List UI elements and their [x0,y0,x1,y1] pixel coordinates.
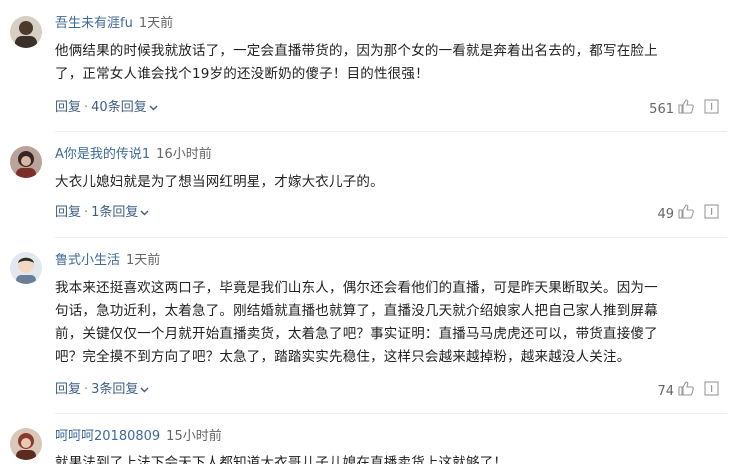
comment-text: 他俩结果的时候我就放话了，一定会直播带货的，因为那个女的一看就是奔着出名去的，都… [55,40,720,86]
username[interactable]: 吾生未有涯fu [55,16,133,31]
report-icon[interactable] [704,204,719,225]
separator: · [84,382,89,397]
timestamp: 16小时前 [156,147,212,162]
reply-button[interactable]: 回复 [55,382,81,397]
timestamp: 1天前 [126,253,161,268]
like-count: 561 [649,101,674,117]
comment-text-line: 吧？完全摸不到方向了吧？太急了，踏踏实实先稳住，这样只会越来越掉粉，越来越没人关… [55,349,631,365]
comment-text: 大衣儿媳妇就是为了想当网红明星，才嫁大衣儿子的。 [55,171,720,194]
divider [55,237,727,238]
chevron-down-icon[interactable] [140,205,149,223]
avatar[interactable] [10,16,42,48]
separator: · [84,205,89,220]
reply-button[interactable]: 回复 [55,205,81,220]
comment-actions: 回复 · 40条回复 [55,99,158,118]
report-icon[interactable] [704,381,719,402]
comment-meta: 呵呵呵20180809 15小时前 [55,428,222,446]
username[interactable]: A你是我的传说1 [55,147,150,162]
timestamp: 1天前 [138,16,174,31]
comment-text: 我本来还挺喜欢这两口子，毕竟是我们山东人，偶尔还会看他们的直播，可是昨天果断取关… [55,277,720,369]
username[interactable]: 呵呵呵20180809 [55,429,160,444]
comment-text-line: 我本来还挺喜欢这两口子，毕竟是我们山东人，偶尔还会看他们的直播，可是昨天果断取关… [55,280,658,296]
divider [55,131,727,132]
comment-stats: 49 [657,204,719,225]
comment-text: 就果法到了上法下会天下人都知道大衣哥儿子儿媳在直播卖货上这就够了！ [55,452,720,464]
comment-meta: 吾生未有涯fu 1天前 [55,15,173,33]
username[interactable]: 鲁式小生活 [55,253,120,268]
avatar[interactable] [10,252,42,284]
reply-count-link[interactable]: 40条回复 [91,100,147,115]
comment-text-line: 就果法到了上法下会天下人都知道大衣哥儿子儿媳在直播卖货上这就够了！ [55,455,508,464]
avatar[interactable] [10,146,42,178]
thumbs-up-icon[interactable] [678,381,694,402]
report-icon[interactable] [704,99,719,120]
comment-actions: 回复 · 3条回复 [55,381,149,400]
comment-text-line: 大衣儿媳妇就是为了想当网红明星，才嫁大衣儿子的。 [55,174,384,190]
thumbs-up-icon[interactable] [678,204,694,225]
like-count: 74 [657,383,674,399]
reply-button[interactable]: 回复 [55,100,81,115]
comment-meta: A你是我的传说1 16小时前 [55,146,212,164]
reply-count-link[interactable]: 1条回复 [91,205,138,220]
comment-text-line: 了，正常女人谁会找个19岁的还没断奶的傻子！目的性很强！ [55,66,429,82]
comment-actions: 回复 · 1条回复 [55,204,149,223]
comment-stats: 561 [649,99,719,120]
comment-meta: 鲁式小生活 1天前 [55,252,160,270]
avatar[interactable] [10,428,42,460]
thumbs-up-icon[interactable] [678,99,694,120]
timestamp: 15小时前 [166,429,222,444]
divider [55,413,727,414]
comment-stats: 74 [657,381,719,402]
comment-text-line: 前，关键仅仅一个月就开始直播卖货，太着急了吧？事实证明：直播马马虎虎还可以，带货… [55,326,658,342]
chevron-down-icon[interactable] [149,100,158,118]
chevron-down-icon[interactable] [140,382,149,400]
like-count: 49 [657,206,674,222]
reply-count-link[interactable]: 3条回复 [91,382,138,397]
comment-text-line: 他俩结果的时候我就放话了，一定会直播带货的，因为那个女的一看就是奔着出名去的，都… [55,43,658,59]
separator: · [84,100,89,115]
comment-text-line: 句话，急功近利，太着急了。刚结婚就直播也就算了，直播没几天就介绍娘家人把自己家人… [55,303,658,319]
